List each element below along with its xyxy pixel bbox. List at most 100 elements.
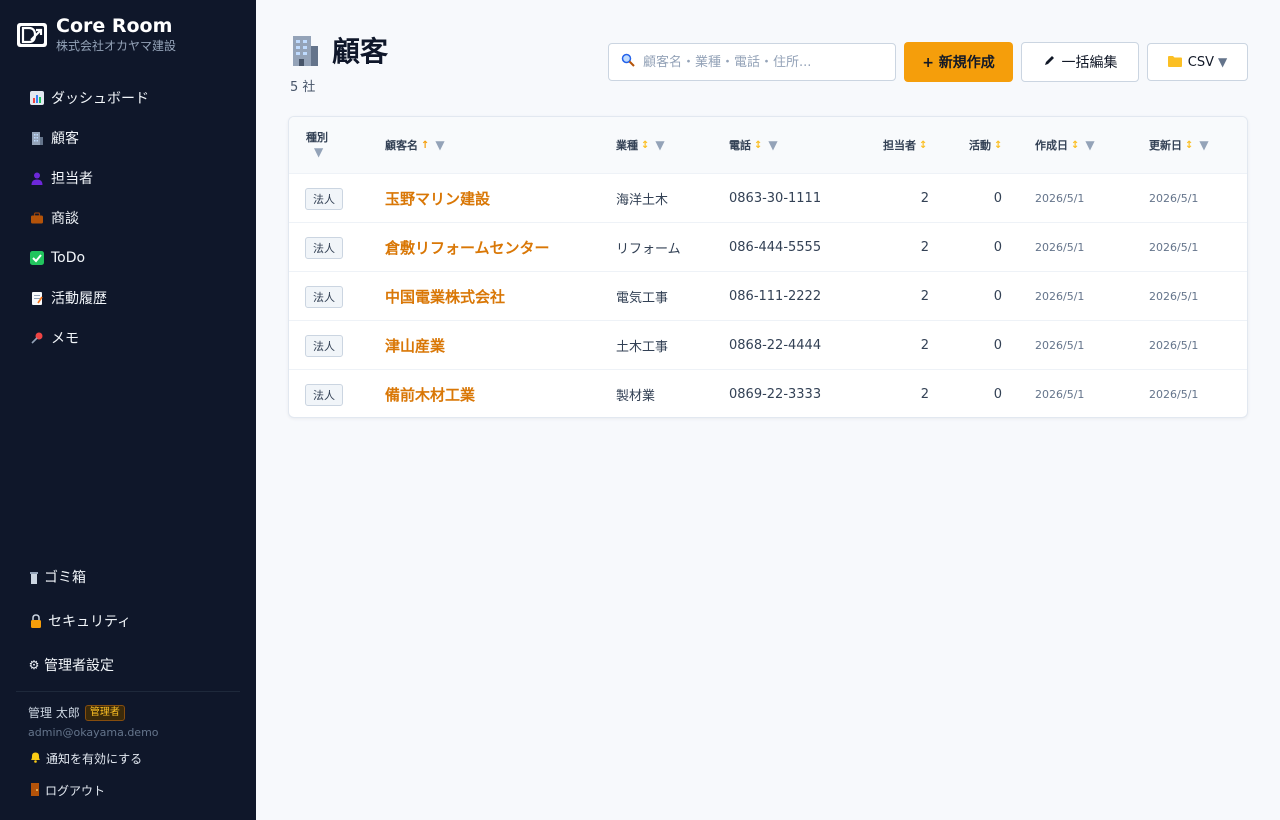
created-date: 2026/5/1 (1035, 241, 1085, 254)
bulk-edit-button[interactable]: 一括編集 (1021, 42, 1139, 82)
customer-name-link[interactable]: 倉敷リフォームセンター (385, 237, 550, 258)
contacts-count: 2 (920, 240, 929, 255)
sort-icon[interactable]: ↕ (919, 140, 927, 151)
table-row[interactable]: 法人 中国電業株式会社 電気工事 086-111-2222 2 0 2026/5… (289, 271, 1247, 320)
industry-cell: 電気工事 (616, 291, 669, 306)
sidebar-item-security[interactable]: セキュリティ (16, 599, 240, 643)
page-title-text: 顧客 (332, 35, 389, 68)
sidebar-item-todo[interactable]: ToDo (16, 238, 240, 278)
briefcase-icon (30, 211, 44, 225)
column-contacts[interactable]: 担当者 ↕ (883, 137, 927, 153)
sidebar-divider (16, 691, 240, 692)
updated-date: 2026/5/1 (1149, 241, 1199, 254)
type-badge: 法人 (305, 187, 343, 210)
search-box[interactable] (608, 43, 896, 81)
column-type[interactable]: 種別 ▼ (306, 129, 328, 159)
activity-count: 0 (993, 240, 1002, 255)
customer-name-link[interactable]: 中国電業株式会社 (385, 286, 505, 307)
new-customer-button[interactable]: + 新規作成 (904, 42, 1013, 82)
new-customer-label: + 新規作成 (922, 55, 995, 71)
search-input[interactable] (643, 54, 883, 70)
type-badge: 法人 (305, 383, 343, 406)
person-icon (30, 171, 44, 185)
sidebar-bottom-nav: ゴミ箱 セキュリティ ⚙ 管理者設定 (16, 555, 240, 687)
column-industry[interactable]: 業種 ↕ ▼ (616, 137, 665, 153)
caret-down-icon: ▼ (1218, 55, 1228, 69)
sidebar-item-trash[interactable]: ゴミ箱 (16, 555, 240, 599)
filter-icon[interactable]: ▼ (768, 138, 777, 152)
filter-icon[interactable]: ▼ (1085, 138, 1094, 152)
column-activity[interactable]: 活動 ↕ (969, 137, 1002, 153)
bell-icon (30, 751, 41, 766)
table-row[interactable]: 法人 備前木材工業 製材業 0869-22-3333 2 0 2026/5/1 … (289, 369, 1247, 417)
column-header-label: 活動 (969, 139, 991, 152)
sort-icon[interactable]: ↕ (754, 140, 762, 151)
activity-count: 0 (993, 338, 1002, 353)
column-created[interactable]: 作成日 ↕ ▼ (1035, 137, 1095, 153)
lock-icon (28, 614, 44, 628)
user-email: admin@okayama.demo (28, 726, 159, 739)
phone-cell: 0863-30-1111 (729, 191, 822, 206)
filter-icon[interactable]: ▼ (655, 138, 664, 152)
sidebar: Core Room 株式会社オカヤマ建設 ダッシュボード 顧客 担当者 商談 T… (0, 0, 256, 820)
table-row[interactable]: 法人 倉敷リフォームセンター リフォーム 086-444-5555 2 0 20… (289, 222, 1247, 271)
logout-link[interactable]: ログアウト (30, 782, 105, 799)
sidebar-item-deals[interactable]: 商談 (16, 198, 240, 238)
memo-icon (30, 291, 44, 305)
sort-ascending-icon[interactable]: ↑ (421, 140, 429, 151)
check-box-icon (30, 251, 44, 265)
contacts-count: 2 (920, 387, 929, 402)
filter-icon[interactable]: ▼ (1199, 138, 1208, 152)
activity-count: 0 (993, 387, 1002, 402)
sort-icon[interactable]: ↕ (994, 140, 1002, 151)
logo-icon (17, 23, 47, 47)
csv-menu-button[interactable]: CSV ▼ (1147, 43, 1248, 81)
sidebar-item-dashboard[interactable]: ダッシュボード (16, 78, 240, 118)
sidebar-item-activity[interactable]: 活動履歴 (16, 278, 240, 318)
created-date: 2026/5/1 (1035, 339, 1085, 352)
brand[interactable]: Core Room 株式会社オカヤマ建設 (16, 14, 176, 54)
filter-icon[interactable]: ▼ (435, 138, 444, 152)
record-count: 5 社 (290, 80, 316, 95)
company-name: 株式会社オカヤマ建設 (56, 39, 177, 53)
type-badge: 法人 (305, 236, 343, 259)
sidebar-item-label: セキュリティ (48, 614, 132, 630)
column-updated[interactable]: 更新日 ↕ ▼ (1149, 137, 1209, 153)
sidebar-item-admin-settings[interactable]: ⚙ 管理者設定 (16, 643, 240, 687)
column-phone[interactable]: 電話 ↕ ▼ (729, 137, 778, 153)
sidebar-item-contacts[interactable]: 担当者 (16, 158, 240, 198)
role-badge: 管理者 (84, 704, 125, 721)
table-row[interactable]: 法人 津山産業 土木工事 0868-22-4444 2 0 2026/5/1 2… (289, 320, 1247, 369)
sort-icon[interactable]: ↕ (1071, 140, 1079, 151)
building-icon (288, 33, 322, 67)
user-info: 管理 太郎 管理者 (28, 704, 125, 721)
sort-icon[interactable]: ↕ (1185, 140, 1193, 151)
contacts-count: 2 (920, 191, 929, 206)
sidebar-item-label: ダッシュボード (51, 91, 149, 107)
column-header-label: 顧客名 (385, 139, 418, 152)
pencil-icon (1043, 54, 1056, 70)
industry-cell: 海洋土木 (616, 193, 669, 208)
column-name[interactable]: 顧客名 ↑ ▼ (385, 137, 445, 153)
enable-notifications-label: 通知を有効にする (46, 752, 143, 766)
customer-name-link[interactable]: 玉野マリン建設 (385, 188, 490, 209)
sidebar-item-memo[interactable]: メモ (16, 318, 240, 358)
page-title: 顧客 (288, 30, 388, 70)
sidebar-nav: ダッシュボード 顧客 担当者 商談 ToDo 活動履歴 メモ (16, 78, 240, 358)
customer-name-link[interactable]: 津山産業 (385, 335, 445, 356)
enable-notifications-link[interactable]: 通知を有効にする (30, 750, 142, 767)
column-header-label: 電話 (729, 139, 751, 152)
table-row[interactable]: 法人 玉野マリン建設 海洋土木 0863-30-1111 2 0 2026/5/… (289, 173, 1247, 222)
column-header-label: 作成日 (1035, 139, 1068, 152)
building-icon (30, 131, 44, 145)
sidebar-item-customers[interactable]: 顧客 (16, 118, 240, 158)
sidebar-item-label: ToDo (51, 250, 86, 266)
customer-name-link[interactable]: 備前木材工業 (385, 384, 475, 405)
sort-icon[interactable]: ↕ (641, 140, 649, 151)
filter-icon[interactable]: ▼ (314, 145, 323, 159)
sidebar-item-label: 担当者 (51, 171, 93, 187)
industry-cell: リフォーム (616, 242, 681, 257)
brand-name: Core Room (56, 15, 173, 37)
phone-cell: 0868-22-4444 (729, 338, 822, 353)
type-badge: 法人 (305, 334, 343, 357)
